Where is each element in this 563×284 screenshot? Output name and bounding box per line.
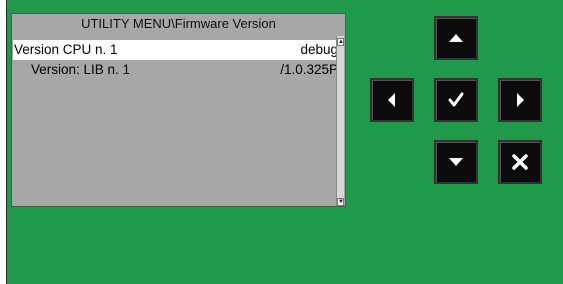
confirm-button[interactable] <box>434 78 478 122</box>
row-value: /1.0.325P <box>280 62 338 77</box>
scroll-up-icon[interactable]: ▲ <box>337 38 344 46</box>
firmware-version-panel: UTILITY MENU\Firmware Version Version CP… <box>11 13 346 207</box>
cancel-button[interactable] <box>498 140 542 184</box>
arrow-left-icon <box>388 93 395 107</box>
left-button[interactable] <box>370 78 414 122</box>
scrollbar[interactable]: ▲ ▼ <box>336 36 344 206</box>
scroll-down-icon[interactable]: ▼ <box>337 198 344 206</box>
arrow-up-icon <box>449 34 463 42</box>
right-button[interactable] <box>498 78 542 122</box>
arrow-down-icon <box>449 158 463 166</box>
checkmark-icon <box>448 92 464 107</box>
row-value: debug <box>300 42 338 57</box>
list-item-version-lib[interactable]: Version: LIB n. 1 /1.0.325P <box>13 60 344 80</box>
cross-icon <box>512 154 528 170</box>
row-label: Version CPU n. 1 <box>14 42 118 57</box>
panel-title: UTILITY MENU\Firmware Version <box>81 16 276 31</box>
up-button[interactable] <box>434 16 478 60</box>
row-label: Version: LIB n. 1 <box>31 62 131 77</box>
arrow-right-icon <box>517 93 524 107</box>
down-button[interactable] <box>434 140 478 184</box>
hmi-screen: UTILITY MENU\Firmware Version Version CP… <box>6 0 563 284</box>
list-item-version-cpu[interactable]: Version CPU n. 1 debug <box>13 40 344 60</box>
